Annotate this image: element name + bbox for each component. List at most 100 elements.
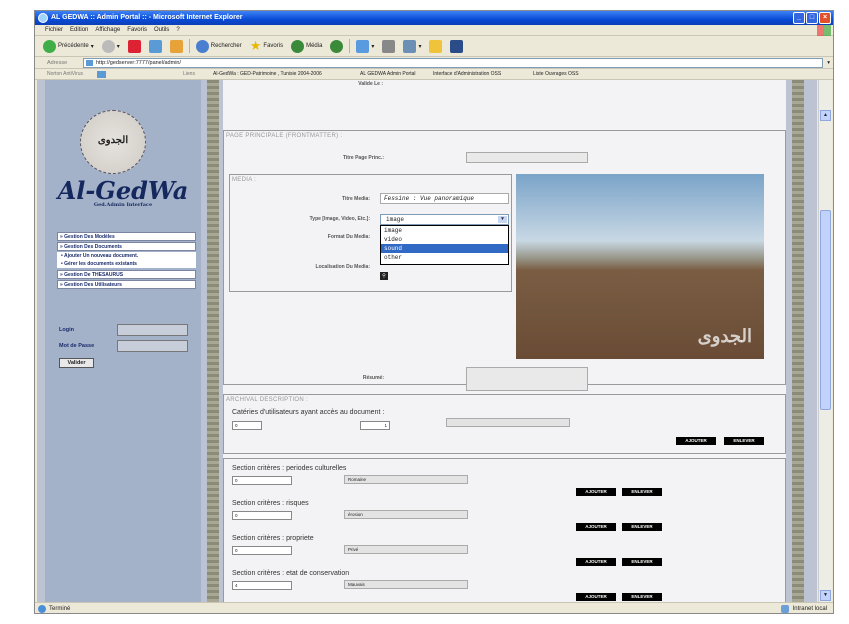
logo-seal: الجدوى <box>80 110 146 174</box>
scroll-thumb[interactable] <box>820 210 831 410</box>
home-button[interactable] <box>168 38 185 54</box>
etat-remove-button[interactable]: ENLEVER <box>622 593 662 601</box>
option-other[interactable]: other <box>381 253 508 262</box>
media-button[interactable]: Média <box>289 38 324 54</box>
users-add-button[interactable]: AJOUTER <box>676 437 716 445</box>
scroll-up-icon[interactable]: ▲ <box>820 110 831 121</box>
titre-page-input[interactable] <box>466 152 588 163</box>
nav-sub-add-document[interactable]: • Ajouter Un nouveau document. <box>57 252 196 260</box>
criteria-risques-value[interactable]: érosion <box>344 510 468 519</box>
stop-button[interactable] <box>126 38 143 54</box>
users-value-field[interactable] <box>446 418 570 427</box>
link-gedwa[interactable]: Al-GedWa : GED-Patrimoine , Tunisie 2004… <box>213 69 322 80</box>
nav-item-documents[interactable]: » Gestion Des Documents <box>57 242 196 251</box>
periodes-add-button[interactable]: AJOUTER <box>576 488 616 496</box>
refresh-button[interactable] <box>147 38 164 54</box>
periodes-remove-button[interactable]: ENLEVER <box>622 488 662 496</box>
password-input[interactable] <box>117 340 188 352</box>
back-button[interactable]: Précédente ▾ <box>41 38 96 54</box>
minimize-button[interactable]: _ <box>793 12 805 24</box>
sidebar-nav: » Gestion Des Modèles » Gestion Des Docu… <box>57 232 196 290</box>
frontmatter-title: PAGE PRINCIPALE (FRONTMATTER) : <box>226 133 343 139</box>
risques-remove-button[interactable]: ENLEVER <box>622 523 662 531</box>
edit-button[interactable]: ▾ <box>401 38 423 54</box>
titre-page-label: Titre Page Princ.: <box>342 155 384 161</box>
address-label: Adresse <box>47 60 68 66</box>
address-url: http://gedserver:7777/panel/admin/ <box>96 60 182 66</box>
etat-add-button[interactable]: AJOUTER <box>576 593 616 601</box>
magnifier-icon[interactable]: ⚲ <box>380 272 388 280</box>
nav-item-utilisateurs[interactable]: » Gestion Des Utilisateurs <box>57 280 196 289</box>
criteria-propriete-title: Section critères : propriete <box>232 535 314 542</box>
criteria-propriete-input[interactable]: 0 <box>232 546 292 555</box>
scroll-down-icon[interactable]: ▼ <box>820 590 831 601</box>
valide-label: Valide Le : <box>358 81 383 87</box>
messenger-icon <box>450 39 464 53</box>
mail-button[interactable]: ▾ <box>354 38 376 54</box>
nav-item-thesaurus[interactable]: » Gestion De THESAURUS <box>57 270 196 279</box>
propriete-remove-button[interactable]: ENLEVER <box>622 558 662 566</box>
criteria-risques-input[interactable]: 0 <box>232 511 292 520</box>
browser-window: AL GEDWA :: Admin Portal :: - Microsoft … <box>34 10 834 614</box>
option-image[interactable]: image <box>381 226 508 235</box>
criteria-periodes-value[interactable]: Romaine <box>344 475 468 484</box>
maximize-button[interactable]: □ <box>806 12 818 24</box>
menu-help[interactable]: ? <box>176 25 179 35</box>
messenger-button[interactable] <box>448 38 465 54</box>
search-icon <box>195 39 209 53</box>
search-button[interactable]: Rechercher <box>194 38 244 54</box>
resume-label: Résumé: <box>362 375 384 381</box>
decorative-border-right <box>792 80 804 602</box>
search-label: Rechercher <box>210 43 242 49</box>
vertical-scrollbar[interactable]: ▲ ▼ <box>818 80 832 602</box>
resume-textarea[interactable] <box>466 367 588 391</box>
menu-outils[interactable]: Outils <box>154 25 169 35</box>
media-type-dropdown[interactable]: image video sound other <box>380 225 509 265</box>
close-button[interactable]: × <box>819 12 831 24</box>
history-button[interactable] <box>328 38 345 54</box>
address-input[interactable]: http://gedserver:7777/panel/admin/ <box>83 58 823 68</box>
link-admin-portal[interactable]: AL GEDWA Admin Portal <box>360 69 415 80</box>
users-to-input[interactable]: 1 <box>360 421 390 430</box>
status-bar: Terminé Intranet local <box>35 602 833 613</box>
back-arrow-icon <box>43 39 56 53</box>
users-from-input[interactable]: 0 <box>232 421 262 430</box>
window-title: AL GEDWA :: Admin Portal :: - Microsoft … <box>51 14 243 21</box>
option-sound[interactable]: sound <box>381 244 508 253</box>
menu-affichage[interactable]: Affichage <box>95 25 120 35</box>
menu-edition[interactable]: Edition <box>70 25 88 35</box>
folder-button[interactable] <box>427 38 444 54</box>
media-icon <box>291 39 305 53</box>
logo-text: الجدوى <box>97 135 129 146</box>
refresh-icon <box>148 39 162 53</box>
criteria-periodes-input[interactable]: 0 <box>232 476 292 485</box>
chevron-down-icon[interactable]: ▼ <box>498 216 507 223</box>
criteria-etat-value[interactable]: Mauvais <box>344 580 468 589</box>
norton-icon[interactable] <box>97 71 106 78</box>
media-type-select[interactable]: image ▼ <box>380 214 509 225</box>
criteria-propriete-value[interactable]: Privé <box>344 545 468 554</box>
media-title: MEDIA : <box>232 177 257 183</box>
nav-item-modeles[interactable]: » Gestion Des Modèles <box>57 232 196 241</box>
favorites-button[interactable]: ★ Favoris <box>248 38 285 54</box>
menu-fichier[interactable]: Fichier <box>45 25 63 35</box>
users-remove-button[interactable]: ENLEVER <box>724 437 764 445</box>
favorites-label: Favoris <box>263 43 284 49</box>
link-oss-admin[interactable]: Interface d'Administration OSS <box>433 69 501 80</box>
risques-add-button[interactable]: AJOUTER <box>576 523 616 531</box>
option-video[interactable]: video <box>381 235 508 244</box>
print-button[interactable] <box>380 38 397 54</box>
nav-sub-manage-documents[interactable]: • Gérer les documents existants <box>57 260 196 268</box>
address-dropdown-icon[interactable]: ▾ <box>827 57 830 69</box>
ie-icon <box>38 13 48 23</box>
media-titre-input[interactable]: Fessine : Vue panoramique <box>380 193 509 204</box>
criteria-etat-input[interactable]: 4 <box>232 581 292 590</box>
menu-favoris[interactable]: Favoris <box>127 25 147 35</box>
link-oss-list[interactable]: Liste Ouvrages OSS <box>533 69 579 80</box>
media-location-label: Localisation Du Media: <box>315 264 370 270</box>
criteria-risques-title: Section critères : risques <box>232 500 309 507</box>
propriete-add-button[interactable]: AJOUTER <box>576 558 616 566</box>
submit-button[interactable]: Valider <box>59 358 94 368</box>
forward-button[interactable]: ▾ <box>100 38 122 54</box>
login-input[interactable] <box>117 324 188 336</box>
